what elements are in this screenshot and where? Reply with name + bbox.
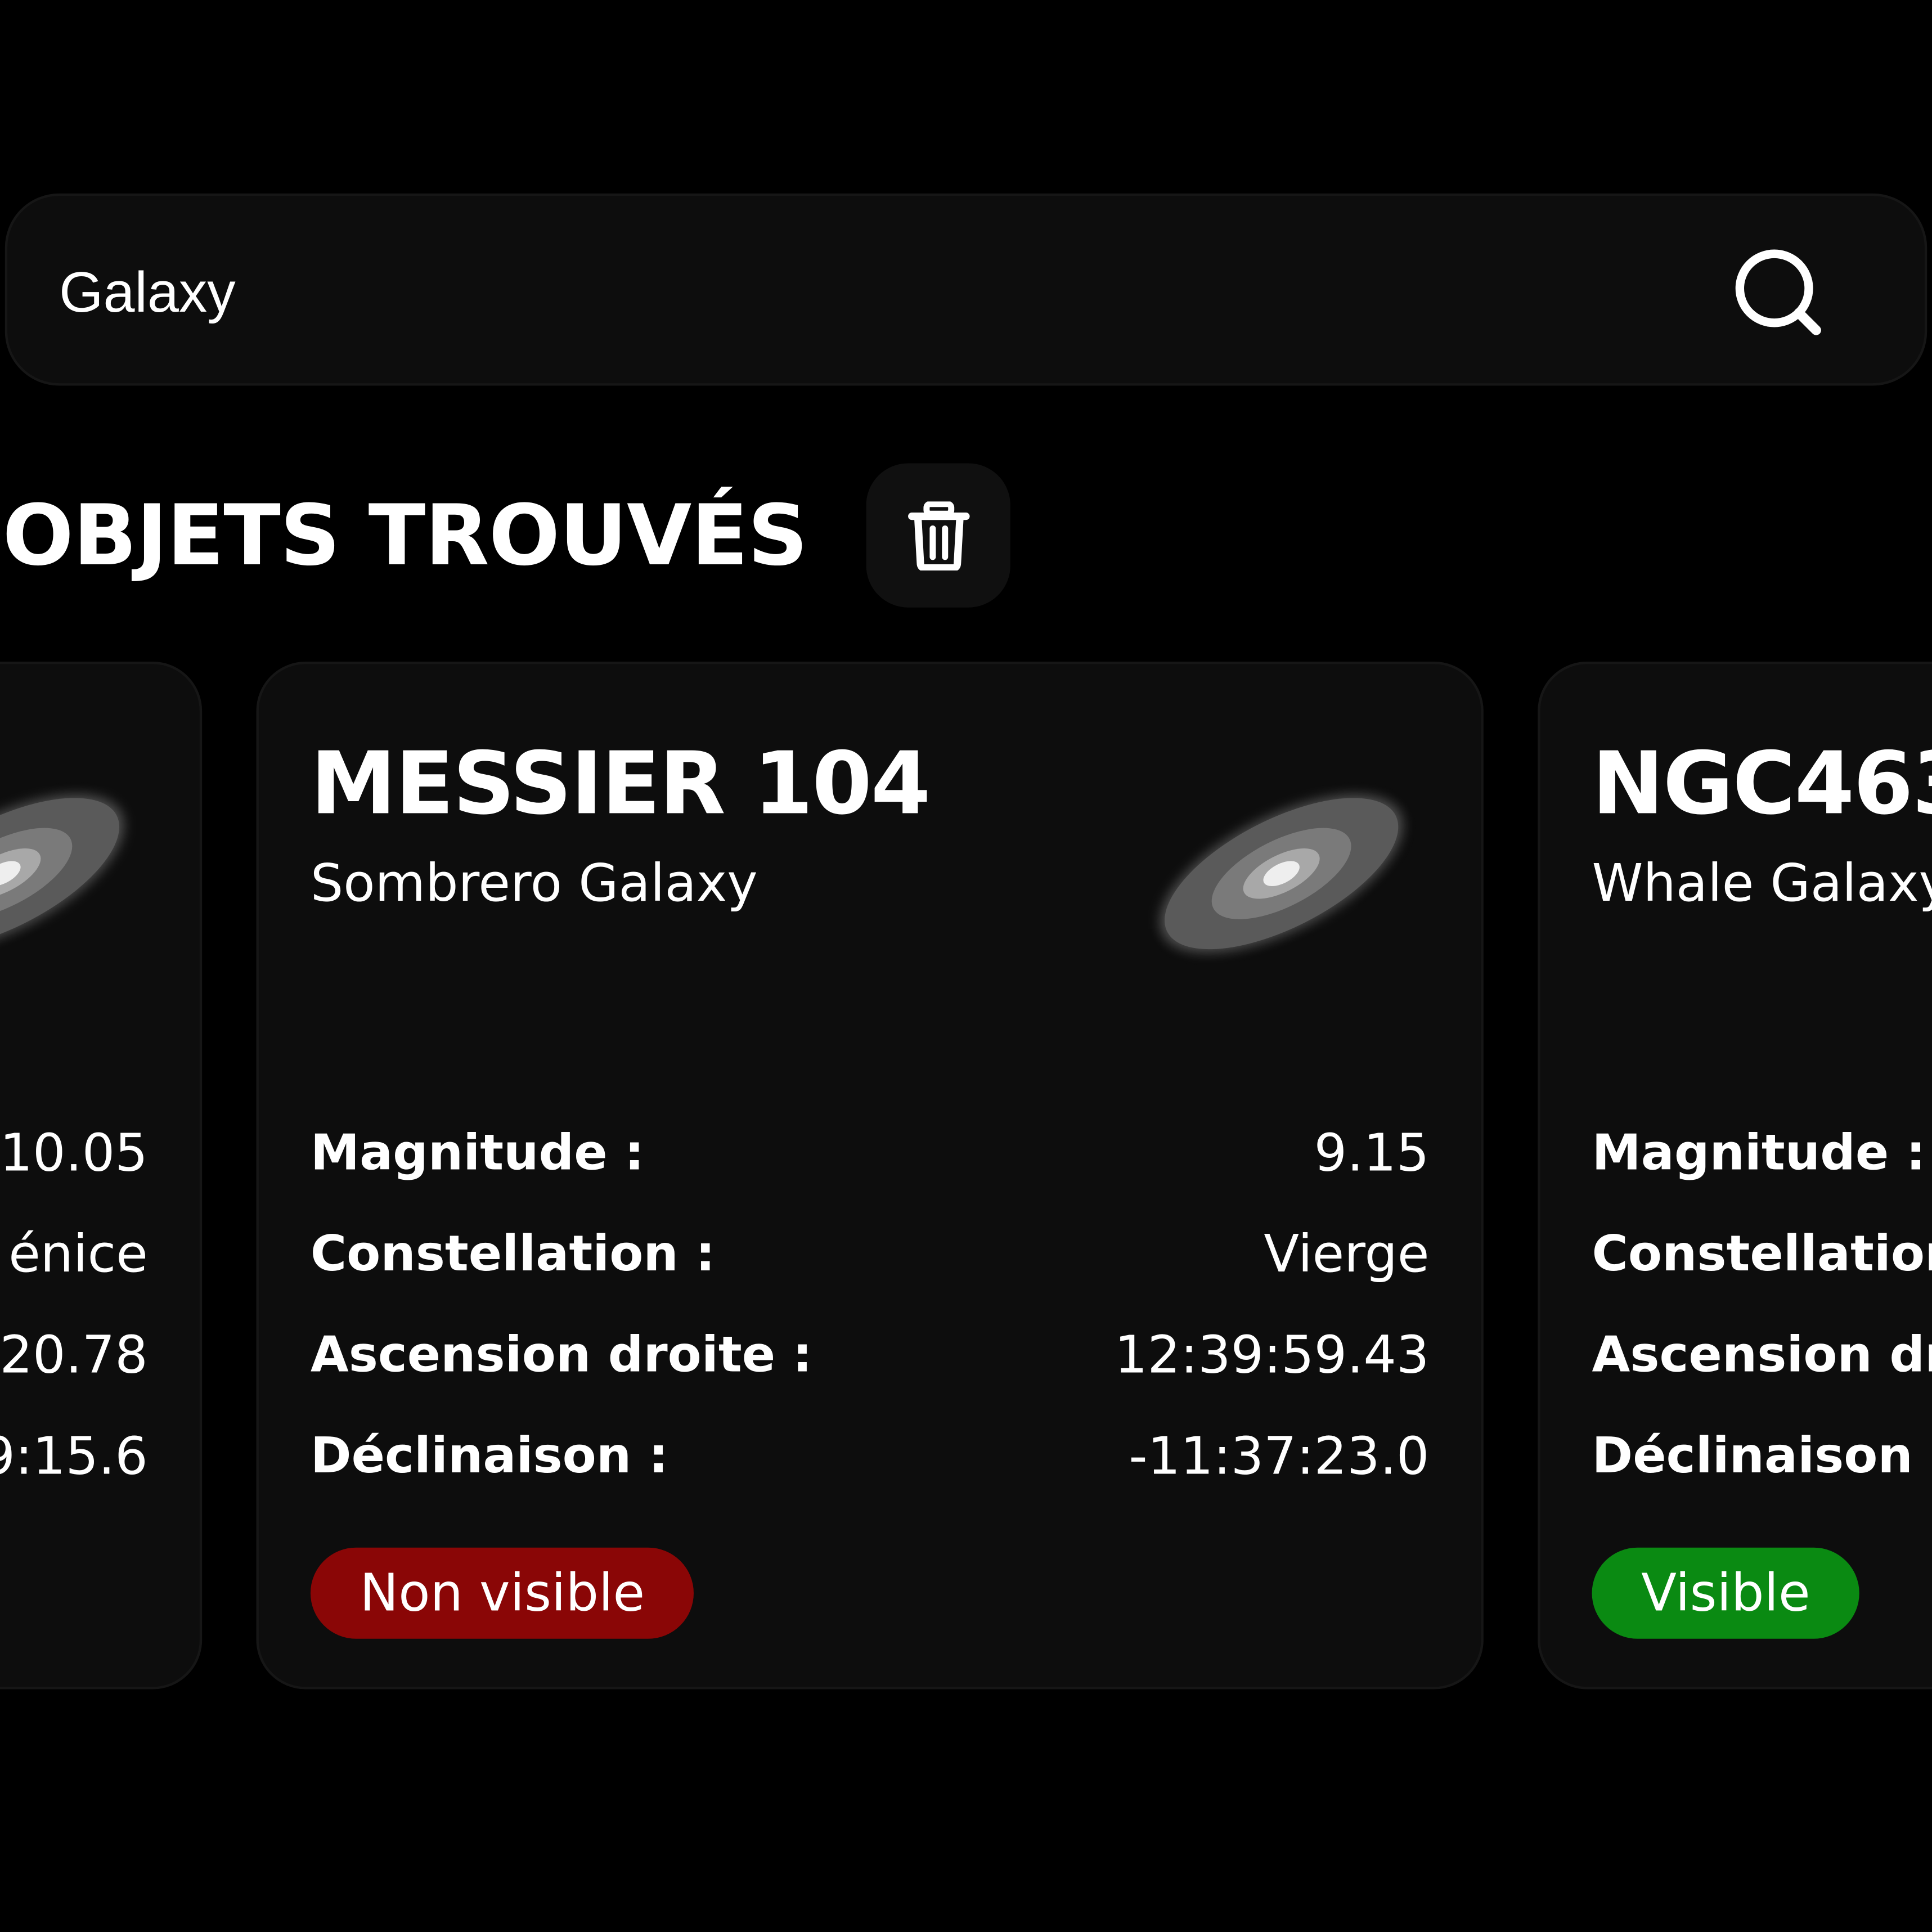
constellation-value: énice: [8, 1223, 148, 1284]
constellation-row: Constellation : Vierge: [311, 1217, 1430, 1291]
clear-results-button[interactable]: [866, 463, 1010, 608]
app-screen: OBJETS TROUVÉS 10.0: [0, 0, 1932, 1932]
magnitude-row: Magnitude : 9.15: [311, 1116, 1430, 1190]
ascension-row: Ascension droite :: [1592, 1318, 1932, 1392]
magnitude-label: Magnitude :: [310, 1125, 645, 1182]
result-card[interactable]: NGC4631 Whale Galaxy Magnitude : Constel…: [1538, 662, 1932, 1690]
declinaison-label: Déclinaison :: [1592, 1428, 1932, 1485]
search-input[interactable]: [59, 245, 1661, 339]
declinaison-row: Déclinaison : -11:37:23.0: [311, 1419, 1430, 1493]
result-card[interactable]: MESSIER 104 Sombrero Galaxy Magnitude : …: [256, 662, 1484, 1690]
galaxy-icon: [1160, 794, 1403, 952]
constellation-label: Constellation :: [1592, 1226, 1932, 1283]
declinaison-row: Déclinaison :: [1592, 1419, 1932, 1493]
section-title: OBJETS TROUVÉS: [2, 488, 808, 586]
visibility-badge: Visible: [1592, 1547, 1860, 1639]
ascension-row: Ascension droite : 12:39:59.43: [311, 1318, 1430, 1392]
magnitude-row: 10.05: [0, 1116, 148, 1190]
constellation-label: Constellation :: [310, 1226, 716, 1283]
ascension-label: Ascension droite :: [1592, 1327, 1932, 1384]
ascension-label: Ascension droite :: [310, 1327, 812, 1384]
galaxy-icon: [0, 794, 124, 952]
object-subtitle: Sombrero Galaxy: [310, 852, 758, 913]
ascension-value: 12:39:59.43: [1115, 1324, 1430, 1385]
magnitude-value: 9.15: [1314, 1122, 1430, 1183]
constellation-value: Vierge: [1264, 1223, 1430, 1284]
magnitude-value: 10.05: [0, 1122, 148, 1183]
ascension-value: :20.78: [0, 1324, 148, 1385]
declinaison-value: -11:37:23.0: [1129, 1425, 1430, 1486]
constellation-row: Constellation :: [1592, 1217, 1932, 1291]
visibility-badge: Non visible: [310, 1547, 694, 1639]
result-card[interactable]: 10.05 énice :20.78 59:15.6: [0, 662, 203, 1690]
declinaison-value: 59:15.6: [0, 1425, 148, 1486]
object-subtitle: Whale Galaxy: [1592, 852, 1932, 913]
declinaison-label: Déclinaison :: [310, 1428, 668, 1485]
ascension-row: :20.78: [0, 1318, 148, 1392]
search-icon[interactable]: [1727, 244, 1826, 343]
trash-icon: [908, 501, 970, 570]
constellation-row: énice: [0, 1217, 148, 1291]
object-title: NGC4631: [1592, 733, 1932, 834]
declinaison-row: 59:15.6: [0, 1419, 148, 1493]
magnitude-row: Magnitude :: [1592, 1116, 1932, 1190]
search-bar[interactable]: [5, 193, 1927, 386]
magnitude-label: Magnitude :: [1592, 1125, 1926, 1182]
object-title: MESSIER 104: [310, 733, 931, 834]
